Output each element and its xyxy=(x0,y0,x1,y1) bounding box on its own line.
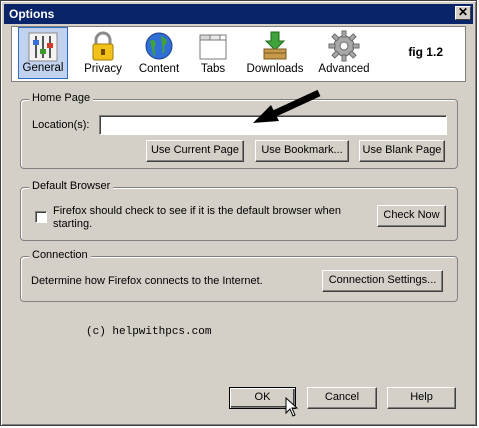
default-browser-checkbox[interactable] xyxy=(35,211,47,223)
padlock-icon xyxy=(92,31,114,61)
mouse-cursor-icon xyxy=(285,397,299,417)
tab-downloads[interactable]: Downloads xyxy=(244,27,306,79)
tab-privacy[interactable]: Privacy xyxy=(78,27,128,79)
location-label: Location(s): xyxy=(32,119,90,131)
connection-settings-button[interactable]: Connection Settings... xyxy=(322,270,443,292)
sliders-icon xyxy=(28,32,58,62)
tab-advanced[interactable]: Advanced xyxy=(314,27,374,79)
tab-general-label: General xyxy=(22,62,64,74)
title-bar[interactable]: Options ✕ xyxy=(4,4,473,24)
pointer-arrow-icon xyxy=(253,89,321,123)
options-dialog: Options ✕ General Privacy Content Tabs D… xyxy=(0,0,477,426)
tab-tabs-label: Tabs xyxy=(200,63,226,75)
options-toolbar: General Privacy Content Tabs Downloads A… xyxy=(11,26,466,82)
cancel-button[interactable]: Cancel xyxy=(307,387,377,409)
tab-tabs[interactable]: Tabs xyxy=(190,27,236,79)
default-browser-check-text-2: starting. xyxy=(53,218,93,230)
download-box-icon xyxy=(263,31,287,60)
tab-content[interactable]: Content xyxy=(134,27,184,79)
use-blank-page-button[interactable]: Use Blank Page xyxy=(359,140,445,162)
default-browser-group-label: Default Browser xyxy=(29,180,114,192)
home-page-group-label: Home Page xyxy=(29,92,94,104)
use-current-page-button[interactable]: Use Current Page xyxy=(146,140,244,162)
tab-content-label: Content xyxy=(138,63,180,75)
tab-downloads-label: Downloads xyxy=(246,63,304,75)
globe-icon xyxy=(145,32,173,60)
connection-description: Determine how Firefox connects to the In… xyxy=(31,275,263,287)
close-button[interactable]: ✕ xyxy=(455,6,471,20)
tab-advanced-label: Advanced xyxy=(318,63,370,75)
check-now-button[interactable]: Check Now xyxy=(377,205,446,227)
gear-icon xyxy=(328,30,360,62)
connection-group-label: Connection xyxy=(29,249,91,261)
window-title: Options xyxy=(9,7,55,21)
figure-label: fig 1.2 xyxy=(408,45,443,59)
watermark-text: (c) helpwithpcs.com xyxy=(86,326,212,338)
tab-privacy-label: Privacy xyxy=(84,63,122,75)
tab-general[interactable]: General xyxy=(18,27,68,79)
help-button[interactable]: Help xyxy=(387,387,456,409)
use-bookmark-button[interactable]: Use Bookmark... xyxy=(255,140,349,162)
tabs-window-icon xyxy=(199,34,227,60)
default-browser-check-text-1: Firefox should check to see if it is the… xyxy=(53,205,341,217)
